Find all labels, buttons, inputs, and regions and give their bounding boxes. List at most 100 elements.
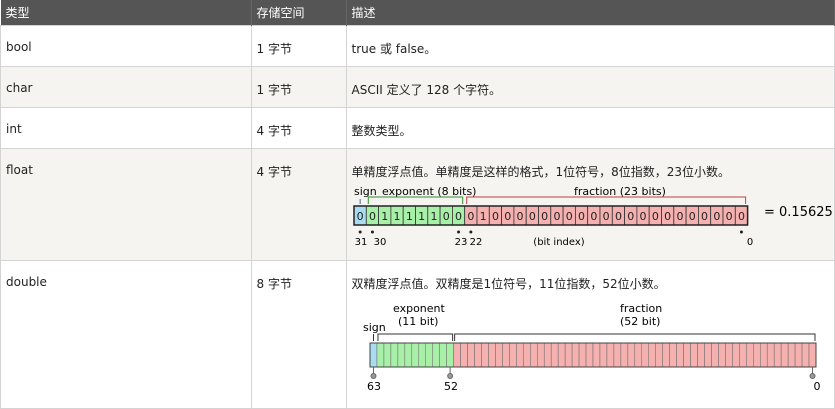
header-row: 类型 存储空间 描述: [1, 0, 835, 26]
bit-cell: [460, 343, 467, 367]
bit-value: 0: [701, 210, 708, 223]
table-row: int 4 字节 整数类型。: [1, 108, 835, 149]
float-index-ticks: [358, 231, 742, 234]
bit-cell: [802, 343, 809, 367]
bit-cell: [439, 343, 446, 367]
bit-cell: [558, 343, 565, 367]
bit-cell: [446, 343, 453, 367]
size-cell: 8 字节: [251, 261, 346, 409]
bit-cell: [690, 343, 697, 367]
float-desc-text: 单精度浮点值。单精度是这样的格式，1位符号，8位指数，23位小数。: [352, 163, 830, 180]
bit-cell: [376, 343, 383, 367]
bit-cell: [718, 343, 725, 367]
bit-cell: [788, 343, 795, 367]
bit-value: 0: [614, 210, 621, 223]
bit-cell: [683, 343, 690, 367]
bit-cell: [404, 343, 411, 367]
float-sign-label: sign: [354, 186, 377, 198]
bit-cell: [502, 343, 509, 367]
double-exponent-sub: (11 bit): [398, 315, 438, 328]
bit-cell: [579, 343, 586, 367]
bit-value: 0: [516, 210, 523, 223]
header-size: 存储空间: [251, 0, 346, 26]
bit-value: 0: [627, 210, 634, 223]
bit-value: 0: [491, 210, 498, 223]
double-sign-label: sign: [363, 321, 386, 334]
bit-value: 0: [713, 210, 720, 223]
float-brackets: [360, 197, 745, 204]
bit-value: 0: [578, 210, 585, 223]
bit-value: 0: [442, 210, 449, 223]
bit-value: 0: [541, 210, 548, 223]
bit-cell: [593, 343, 600, 367]
bit-cell: [732, 343, 739, 367]
bit-value: 0: [504, 210, 511, 223]
bit-value: 0: [565, 210, 572, 223]
bit-value: 1: [430, 210, 437, 223]
float-idx-31: 31: [354, 237, 367, 248]
bit-value: 0: [664, 210, 671, 223]
bit-cell: [627, 343, 634, 367]
bit-cell: [481, 343, 488, 367]
float-result: = 0.15625: [764, 205, 833, 220]
float-bit-index-label: (bit index): [533, 237, 584, 248]
bit-value: 0: [639, 210, 646, 223]
table-row: char 1 字节 ASCII 定义了 128 个字符。: [1, 67, 835, 108]
bit-value: 1: [405, 210, 412, 223]
double-idx-0: 0: [813, 380, 820, 393]
bit-cell: [697, 343, 704, 367]
bit-cell: [634, 343, 641, 367]
bit-value: 0: [455, 210, 462, 223]
desc-cell: ASCII 定义了 128 个字符。: [346, 67, 835, 108]
bit-cell: [760, 343, 767, 367]
double-fraction-label: fraction: [620, 302, 662, 315]
bit-cell: [551, 343, 558, 367]
bit-cell: [753, 343, 760, 367]
bit-cell: [390, 343, 397, 367]
bit-cell: [418, 343, 425, 367]
bit-cell: [572, 343, 579, 367]
bit-cell: [641, 343, 648, 367]
bit-value: 1: [418, 210, 425, 223]
type-cell: float: [1, 149, 252, 261]
header-desc: 描述: [346, 0, 835, 26]
type-cell: double: [1, 261, 252, 409]
bit-cell: [467, 343, 474, 367]
bit-cell: [425, 343, 432, 367]
bit-cell: [662, 343, 669, 367]
bit-value: 0: [602, 210, 609, 223]
bit-cell: [739, 343, 746, 367]
bit-value: 0: [737, 210, 744, 223]
header-type: 类型: [1, 0, 252, 26]
double-idx-63: 63: [367, 380, 381, 393]
bit-cell: [516, 343, 523, 367]
float-exponent-label: exponent (8 bits): [382, 186, 476, 198]
bit-cell: [613, 343, 620, 367]
bit-cell: [488, 343, 495, 367]
bit-cell: [746, 343, 753, 367]
bit-value: 1: [479, 210, 486, 223]
float-idx-0: 0: [746, 237, 752, 248]
bit-cell: [453, 343, 460, 367]
bit-cell: [795, 343, 802, 367]
bit-cell: [655, 343, 662, 367]
bit-value: 0: [651, 210, 658, 223]
bit-value: 0: [590, 210, 597, 223]
bit-value: 0: [553, 210, 560, 223]
desc-cell: 单精度浮点值。单精度是这样的格式，1位符号，8位指数，23位小数。 sign e…: [346, 149, 835, 261]
bit-value: 0: [356, 210, 363, 223]
bit-value: 0: [528, 210, 535, 223]
bit-cell: [397, 343, 404, 367]
table-row: double 8 字节 双精度浮点值。双精度是1位符号，11位指数，52位小数。…: [1, 261, 835, 409]
bit-cell: [669, 343, 676, 367]
bit-cell: [509, 343, 516, 367]
float-idx-23: 23: [454, 237, 467, 248]
double-exponent-label: exponent: [393, 302, 446, 315]
desc-cell: 双精度浮点值。双精度是1位符号，11位指数，52位小数。 exponent (1…: [346, 261, 835, 409]
bit-cell: [599, 343, 606, 367]
float-bit-cells: 00111110001000000000000000000000: [354, 206, 748, 225]
bit-value: 0: [467, 210, 474, 223]
float-idx-22: 22: [469, 237, 482, 248]
bit-cell: [370, 343, 377, 367]
bit-cell: [544, 343, 551, 367]
